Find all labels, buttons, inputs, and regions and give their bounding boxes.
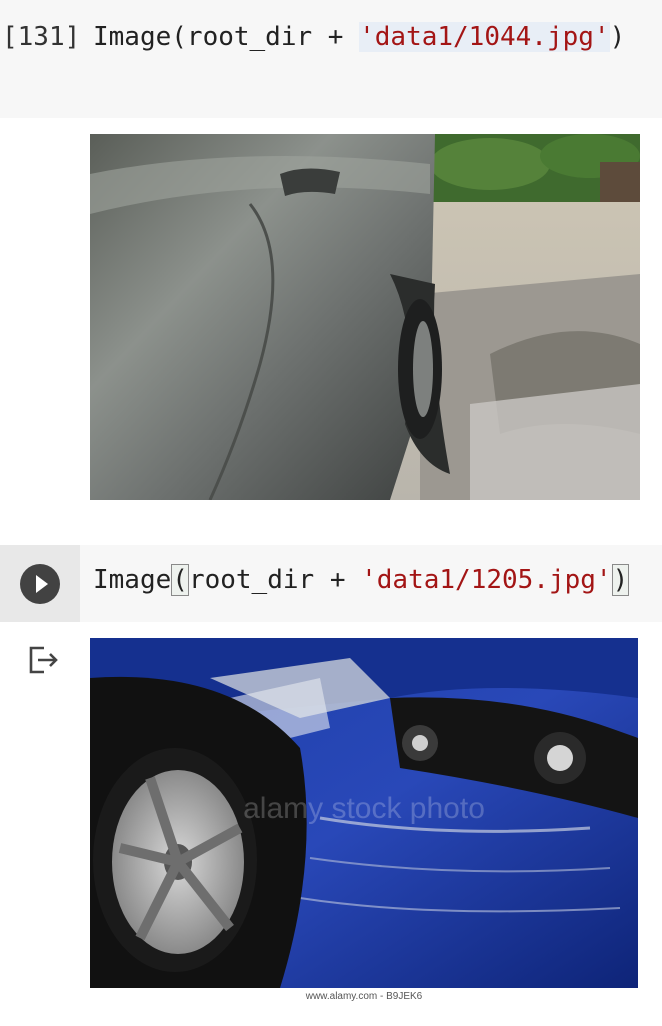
output-image-damaged-car: alamy stock photo (90, 638, 638, 988)
bracket-close: ) (611, 564, 630, 596)
code-string: 'data1/1044.jpg' (359, 22, 610, 52)
damaged-car-photo: alamy stock photo (90, 638, 638, 988)
play-circle-icon[interactable] (20, 564, 60, 604)
image-credit: www.alamy.com - B9JEK6 (90, 988, 638, 1006)
code-cell-1-input[interactable]: [131] Image(root_dir + 'data1/1044.jpg') (0, 0, 662, 118)
watermark-text: alamy stock photo (243, 792, 485, 825)
code-text: Image (93, 565, 172, 595)
code-cell-2-input[interactable]: Image(root_dir + 'data1/1205.jpg') (0, 545, 662, 622)
car-side-photo (90, 134, 640, 500)
code-string: 'data1/1205.jpg' (361, 565, 612, 595)
bracket-open: ( (171, 564, 189, 596)
execution-count: [131] (2, 22, 81, 52)
run-gutter (0, 545, 80, 622)
code-text: Image(root_dir + (93, 22, 360, 52)
code-text-close: ) (609, 22, 626, 52)
code-line[interactable]: Image(root_dir + 'data1/1044.jpg') (93, 22, 625, 52)
output-redirect-icon[interactable] (26, 644, 60, 676)
code-text-mid: root_dir + (188, 565, 362, 595)
output-image-car-side (90, 134, 640, 500)
code-line[interactable]: Image(root_dir + 'data1/1205.jpg') (93, 564, 630, 596)
